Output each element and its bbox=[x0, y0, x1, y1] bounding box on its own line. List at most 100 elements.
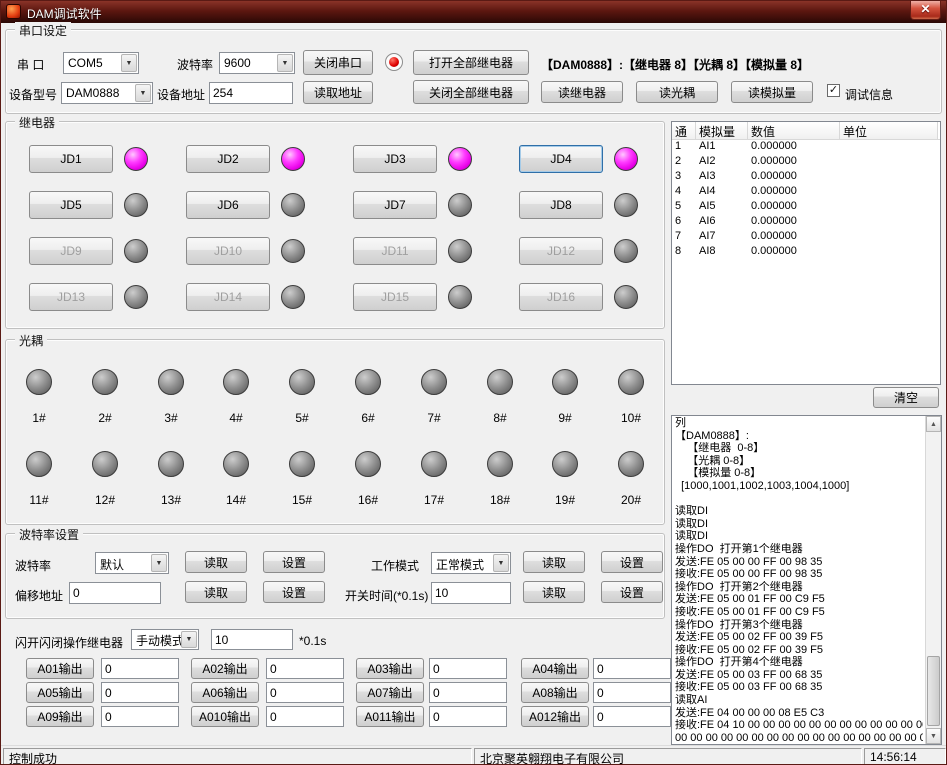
device-address-input[interactable] bbox=[209, 82, 293, 104]
ao-button-A05输出[interactable]: A05输出 bbox=[26, 682, 94, 703]
opto-label-3#: 3# bbox=[151, 411, 191, 425]
ao-input-5[interactable] bbox=[101, 682, 179, 703]
work-mode-set-button[interactable]: 设置 bbox=[601, 551, 663, 573]
relay-indicator-5 bbox=[124, 193, 148, 217]
open-all-relays-button[interactable]: 打开全部继电器 bbox=[413, 50, 529, 75]
dropdown-arrow-icon[interactable] bbox=[135, 84, 151, 102]
read-address-button[interactable]: 读取地址 bbox=[303, 81, 373, 104]
ao-input-6[interactable] bbox=[266, 682, 344, 703]
close-button[interactable]: ✕ bbox=[910, 1, 941, 20]
work-mode-select[interactable]: 正常模式 bbox=[431, 552, 511, 574]
relay-button-jd10[interactable]: JD10 bbox=[186, 237, 270, 265]
analog-row-5[interactable]: 5AI50.000000 bbox=[672, 200, 940, 215]
close-icon: ✕ bbox=[920, 2, 930, 16]
ao-button-A03输出[interactable]: A03输出 bbox=[356, 658, 424, 679]
relay-button-jd3[interactable]: JD3 bbox=[353, 145, 437, 173]
analog-row-7[interactable]: 7AI70.000000 bbox=[672, 230, 940, 245]
relay-button-jd7[interactable]: JD7 bbox=[353, 191, 437, 219]
ao-button-A01输出[interactable]: A01输出 bbox=[26, 658, 94, 679]
ao-button-A04输出[interactable]: A04输出 bbox=[521, 658, 589, 679]
ao-button-A02输出[interactable]: A02输出 bbox=[191, 658, 259, 679]
analog-col-header-1[interactable]: 通 bbox=[672, 122, 696, 139]
log-scrollbar[interactable] bbox=[925, 416, 941, 744]
dropdown-arrow-icon[interactable] bbox=[151, 554, 167, 572]
ao-button-A08输出[interactable]: A08输出 bbox=[521, 682, 589, 703]
dropdown-arrow-icon[interactable] bbox=[277, 54, 293, 72]
relay-button-jd8[interactable]: JD8 bbox=[519, 191, 603, 219]
relay-button-jd5[interactable]: JD5 bbox=[29, 191, 113, 219]
baud-read-button[interactable]: 读取 bbox=[185, 551, 247, 573]
analog-cell bbox=[840, 155, 938, 170]
flash-time-input[interactable] bbox=[211, 629, 293, 650]
ao-input-11[interactable] bbox=[429, 706, 507, 727]
offset-read-button[interactable]: 读取 bbox=[185, 581, 247, 603]
debug-info-checkbox[interactable] bbox=[827, 84, 840, 97]
analog-col-header-2[interactable]: 模拟量 bbox=[696, 122, 748, 139]
relay-button-jd4[interactable]: JD4 bbox=[519, 145, 603, 173]
ao-button-A09输出[interactable]: A09输出 bbox=[26, 706, 94, 727]
switch-time-read-button[interactable]: 读取 bbox=[523, 581, 585, 603]
relay-button-jd16[interactable]: JD16 bbox=[519, 283, 603, 311]
ao-input-3[interactable] bbox=[429, 658, 507, 679]
relay-button-jd14[interactable]: JD14 bbox=[186, 283, 270, 311]
clear-button[interactable]: 清空 bbox=[873, 387, 939, 408]
ao-button-A010输出[interactable]: A010输出 bbox=[191, 706, 259, 727]
app-icon bbox=[6, 4, 21, 19]
ao-button-A06输出[interactable]: A06输出 bbox=[191, 682, 259, 703]
flash-mode-select[interactable]: 手动模式 bbox=[131, 629, 199, 650]
analog-row-1[interactable]: 1AI10.000000 bbox=[672, 140, 940, 155]
dropdown-arrow-icon[interactable] bbox=[493, 554, 509, 572]
baud-default-select[interactable]: 默认 bbox=[95, 552, 169, 574]
analog-cell: AI8 bbox=[696, 245, 748, 260]
relay-button-jd1[interactable]: JD1 bbox=[29, 145, 113, 173]
analog-col-header-4[interactable]: 单位 bbox=[840, 122, 938, 139]
ao-input-7[interactable] bbox=[429, 682, 507, 703]
device-model-select[interactable]: DAM0888 bbox=[61, 82, 153, 104]
ao-input-8[interactable] bbox=[593, 682, 671, 703]
switch-time-set-button[interactable]: 设置 bbox=[601, 581, 663, 603]
titlebar[interactable]: DAM调试软件 ✕ bbox=[1, 1, 946, 23]
baud-rate-select[interactable]: 9600 bbox=[219, 52, 295, 74]
switch-time-input[interactable] bbox=[431, 582, 511, 604]
baud-set-button[interactable]: 设置 bbox=[263, 551, 325, 573]
scroll-down-icon[interactable] bbox=[926, 728, 941, 744]
analog-table[interactable]: 通模拟量数值单位1AI10.0000002AI20.0000003AI30.00… bbox=[671, 121, 941, 385]
ao-button-A07输出[interactable]: A07输出 bbox=[356, 682, 424, 703]
analog-row-3[interactable]: 3AI30.000000 bbox=[672, 170, 940, 185]
relay-button-jd13[interactable]: JD13 bbox=[29, 283, 113, 311]
scroll-up-icon[interactable] bbox=[926, 416, 941, 432]
ao-button-A011输出[interactable]: A011输出 bbox=[356, 706, 424, 727]
close-serial-button[interactable]: 关闭串口 bbox=[303, 50, 373, 75]
relay-button-jd15[interactable]: JD15 bbox=[353, 283, 437, 311]
read-analog-button[interactable]: 读模拟量 bbox=[731, 81, 813, 103]
ao-button-A012输出[interactable]: A012输出 bbox=[521, 706, 589, 727]
ao-input-9[interactable] bbox=[101, 706, 179, 727]
com-port-select[interactable]: COM5 bbox=[63, 52, 139, 74]
close-all-relays-button[interactable]: 关闭全部继电器 bbox=[413, 80, 529, 104]
analog-row-8[interactable]: 8AI80.000000 bbox=[672, 245, 940, 260]
dropdown-arrow-icon[interactable] bbox=[121, 54, 137, 72]
relay-button-jd2[interactable]: JD2 bbox=[186, 145, 270, 173]
analog-row-2[interactable]: 2AI20.000000 bbox=[672, 155, 940, 170]
ao-input-10[interactable] bbox=[266, 706, 344, 727]
relay-button-jd12[interactable]: JD12 bbox=[519, 237, 603, 265]
dropdown-arrow-icon[interactable] bbox=[181, 631, 197, 648]
offset-address-input[interactable] bbox=[69, 582, 161, 604]
ao-input-1[interactable] bbox=[101, 658, 179, 679]
log-panel[interactable]: 列【DAM0888】: 【继电器 0-8】 【光耦 0-8】 【模拟量 0-8】… bbox=[671, 415, 942, 745]
read-relay-button[interactable]: 读继电器 bbox=[541, 81, 623, 103]
ao-input-2[interactable] bbox=[266, 658, 344, 679]
scrollbar-thumb[interactable] bbox=[927, 656, 940, 726]
relay-button-jd9[interactable]: JD9 bbox=[29, 237, 113, 265]
ao-input-4[interactable] bbox=[593, 658, 671, 679]
log-line: [1000,1001,1002,1003,1004,1000] bbox=[675, 480, 923, 493]
read-opto-button[interactable]: 读光耦 bbox=[636, 81, 718, 103]
ao-input-12[interactable] bbox=[593, 706, 671, 727]
analog-row-4[interactable]: 4AI40.000000 bbox=[672, 185, 940, 200]
relay-button-jd6[interactable]: JD6 bbox=[186, 191, 270, 219]
analog-row-6[interactable]: 6AI60.000000 bbox=[672, 215, 940, 230]
work-mode-read-button[interactable]: 读取 bbox=[523, 551, 585, 573]
analog-col-header-3[interactable]: 数值 bbox=[748, 122, 840, 139]
relay-button-jd11[interactable]: JD11 bbox=[353, 237, 437, 265]
offset-set-button[interactable]: 设置 bbox=[263, 581, 325, 603]
